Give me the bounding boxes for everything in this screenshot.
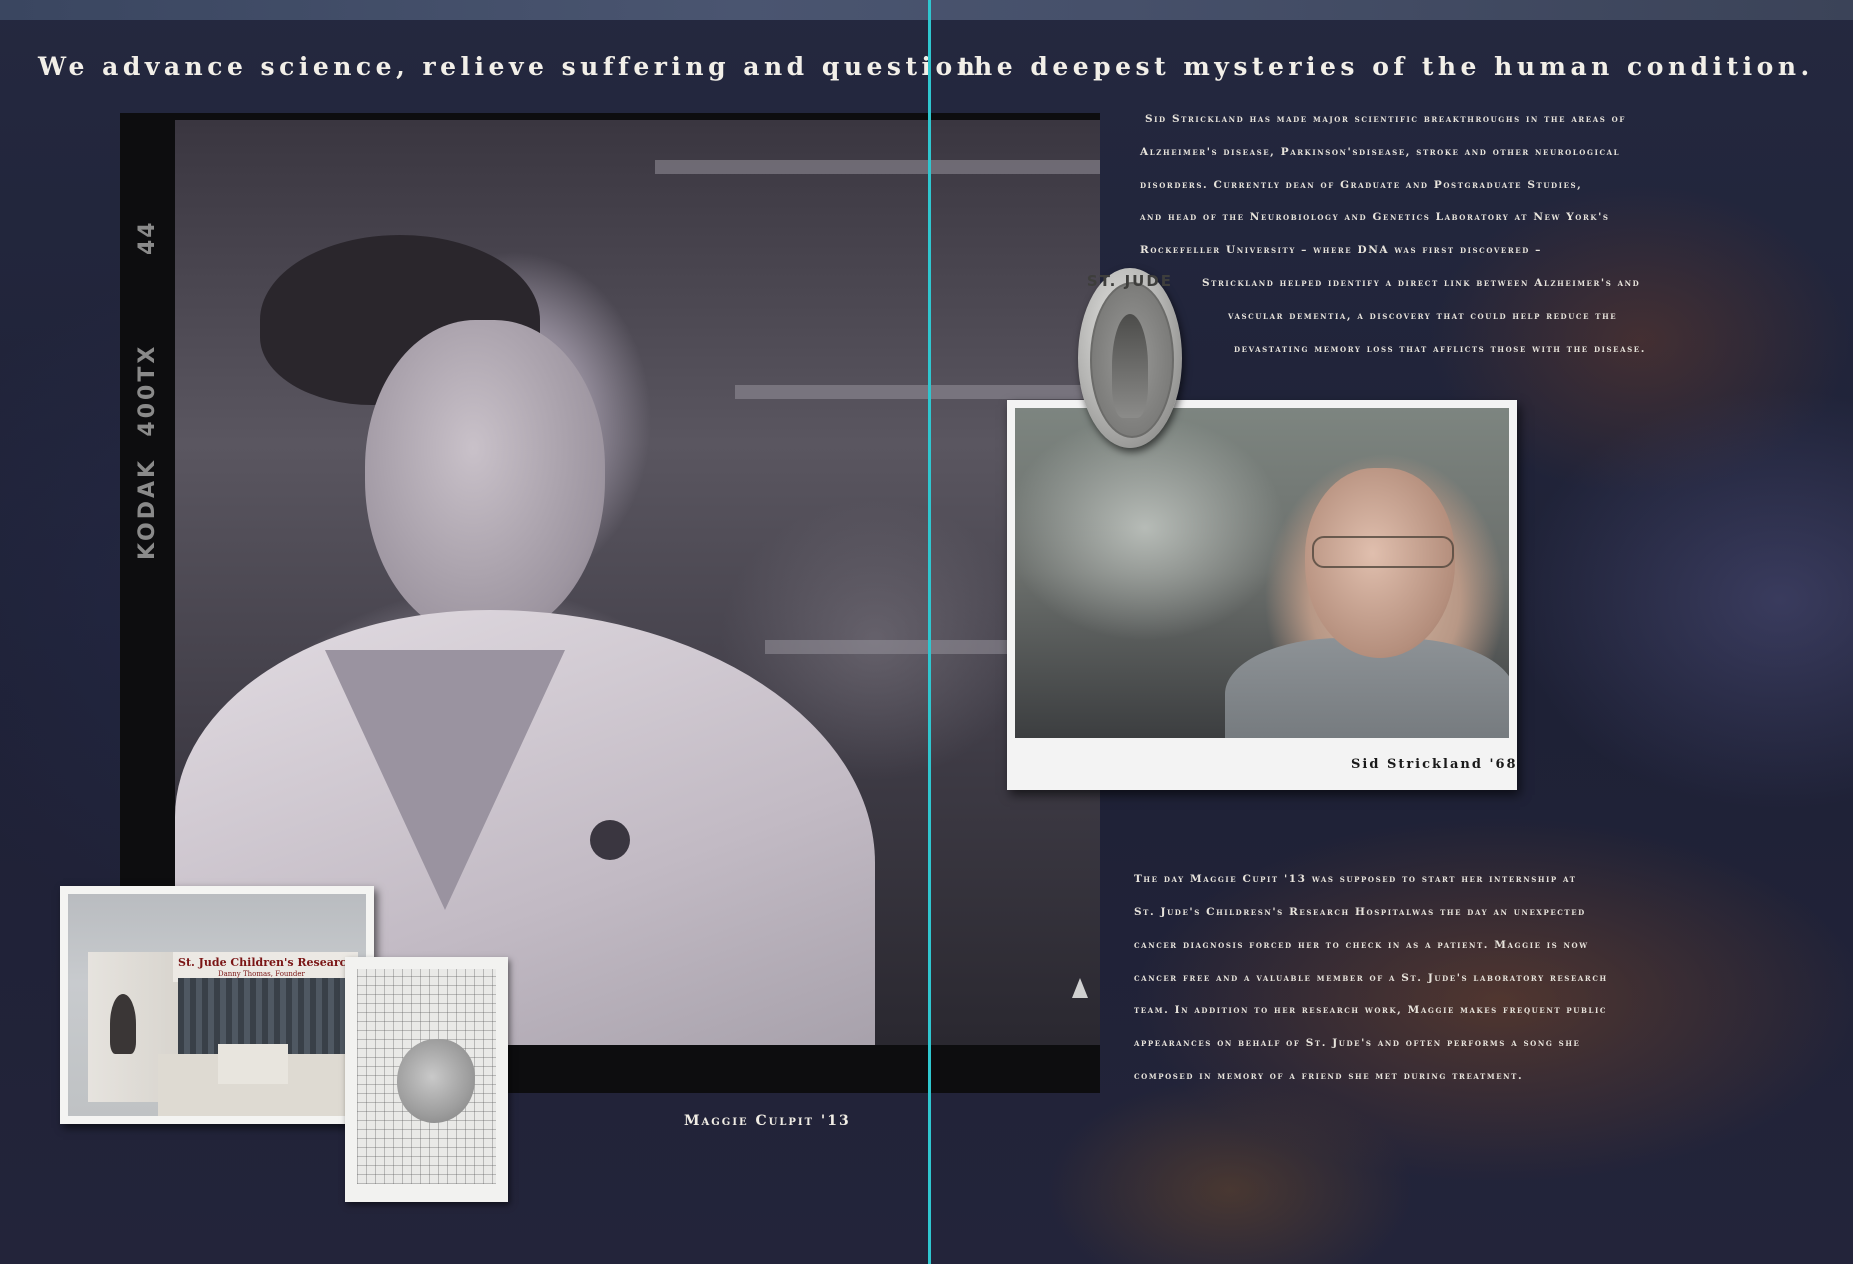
sid-portrait-photo	[1015, 408, 1509, 738]
headline-left: We advance science, relieve suffering an…	[38, 52, 980, 81]
top-strip	[0, 0, 1853, 20]
sid-paragraph-line: Rockefeller University – where DNA was f…	[1140, 244, 1542, 256]
portrait-face	[365, 320, 605, 640]
lab-shelf	[655, 160, 1100, 174]
film-triangle-marker-icon	[1072, 978, 1088, 998]
maggie-paragraph-line: team. In addition to her research work, …	[1134, 1004, 1608, 1016]
maggie-paragraph-line: The day Maggie Cupit '13 was supposed to…	[1134, 873, 1577, 885]
maggie-paragraph-line: appearances on behalf of St. Jude's and …	[1134, 1037, 1581, 1049]
sid-paragraph-line: Strickland helped identify a direct link…	[1202, 277, 1641, 289]
sid-paragraph-line: vascular dementia, a discovery that coul…	[1228, 310, 1618, 322]
hospital-sign-text: St. Jude Children's Research Hospital	[178, 956, 366, 969]
page-fold-line	[928, 0, 931, 1264]
film-stock: 400TX	[135, 343, 160, 437]
scan-graph-paper	[345, 957, 508, 1202]
maggie-paragraph-line: cancer diagnosis forced her to check in …	[1134, 939, 1589, 951]
st-jude-figure-icon	[110, 994, 136, 1054]
medal-inscription: ST. JUDE	[1086, 272, 1174, 290]
hospital-sign-subtext: Danny Thomas, Founder	[218, 970, 305, 978]
graph-grid	[357, 969, 496, 1184]
st-jude-medal: ST. JUDE	[1078, 268, 1182, 448]
sid-paragraph-line: disorders. Currently dean of Graduate an…	[1140, 179, 1583, 191]
sid-paragraph-line: Sid Strickland has made major scientific…	[1145, 113, 1626, 125]
maggie-paragraph-line: composed in memory of a friend she met d…	[1134, 1070, 1524, 1082]
film-frame-number: 44	[135, 220, 160, 255]
maggie-paragraph-line: St. Jude's Childresn's Research Hospital…	[1134, 906, 1586, 918]
headline-right: the deepest mysteries of the human condi…	[958, 52, 1814, 81]
film-brand-label: KODAK 400TX	[135, 344, 160, 560]
glasses-icon	[1312, 536, 1454, 568]
sid-paragraph-line: and head of the Neurobiology and Genetic…	[1140, 211, 1610, 223]
sid-photo-print: Sid Strickland '68	[1007, 400, 1517, 790]
hospital-low-wing	[218, 1044, 288, 1084]
maggie-paragraph-line: cancer free and a valuable member of a S…	[1134, 972, 1608, 984]
sid-paragraph-line: Alzheimer's disease, Parkinson'sdisease,…	[1140, 146, 1621, 158]
lab-coat-collar	[325, 650, 565, 910]
caption-maggie: Maggie Culpit '13	[684, 1113, 851, 1129]
hospital-photo-image: St. Jude Children's Research Hospital Da…	[68, 894, 366, 1116]
scan-blob	[397, 1039, 475, 1123]
film-brand: KODAK	[135, 457, 160, 560]
caption-sid: Sid Strickland '68	[1351, 757, 1518, 772]
sid-paragraph-line: devastating memory loss that afflicts th…	[1234, 343, 1646, 355]
lab-shelf	[735, 385, 1100, 399]
saint-figure-icon	[1112, 314, 1148, 418]
hospital-photo: St. Jude Children's Research Hospital Da…	[60, 886, 374, 1124]
coat-logo-icon	[590, 820, 630, 860]
magazine-spread: We advance science, relieve suffering an…	[0, 0, 1853, 1264]
